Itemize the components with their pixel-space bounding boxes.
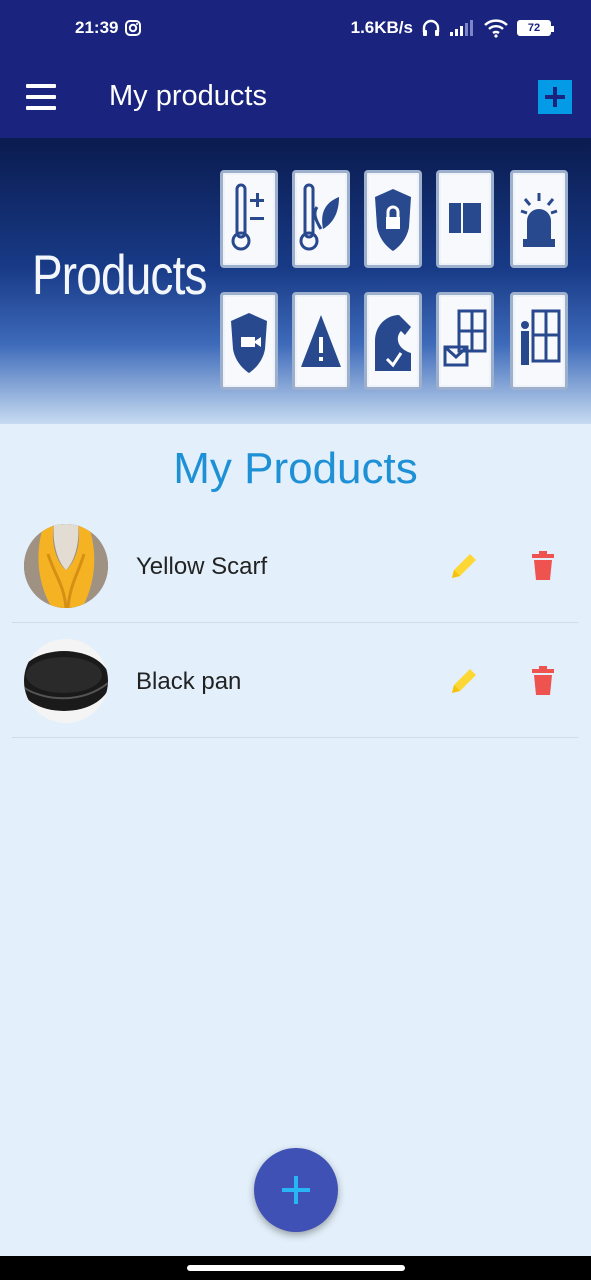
product-name: Yellow Scarf bbox=[136, 553, 268, 580]
banner-text: Products bbox=[32, 243, 207, 306]
pencil-icon bbox=[452, 554, 476, 578]
plus-icon bbox=[282, 1176, 310, 1204]
black-pan-photo bbox=[24, 639, 108, 723]
page-title: My products bbox=[109, 80, 267, 112]
thermometer-plus-minus-icon bbox=[220, 170, 278, 268]
app-bar: My products bbox=[0, 56, 591, 138]
delete-button[interactable] bbox=[530, 550, 556, 582]
pencil-icon bbox=[452, 669, 476, 693]
wifi-icon bbox=[484, 19, 508, 38]
edit-button[interactable] bbox=[448, 550, 480, 582]
product-list: Yellow Scarf Black pan bbox=[12, 508, 578, 738]
trash-icon bbox=[532, 551, 554, 580]
trash-icon bbox=[532, 666, 554, 695]
siren-icon bbox=[510, 170, 568, 268]
shield-lock-icon bbox=[364, 170, 422, 268]
product-name: Black pan bbox=[136, 668, 242, 695]
warning-triangle-icon bbox=[292, 292, 350, 390]
window-mail-icon bbox=[436, 292, 494, 390]
delete-button[interactable] bbox=[530, 665, 556, 697]
status-left: 21:39 bbox=[75, 18, 142, 38]
battery-icon: 72 bbox=[517, 20, 554, 36]
list-item[interactable]: Yellow Scarf bbox=[12, 508, 578, 623]
section-title: My Products bbox=[173, 444, 418, 493]
system-nav-bar bbox=[0, 1256, 591, 1280]
pet-icon bbox=[364, 292, 422, 390]
thermometer-leaf-icon bbox=[292, 170, 350, 268]
status-bar: 21:39 1.6KB/s 72 bbox=[0, 0, 591, 56]
shield-camera-icon bbox=[220, 292, 278, 390]
door-sensor-icon bbox=[436, 170, 494, 268]
list-item[interactable]: Black pan bbox=[12, 623, 578, 738]
products-banner: Products bbox=[0, 138, 591, 424]
status-time: 21:39 bbox=[75, 18, 119, 37]
yellow-scarf-photo bbox=[24, 524, 108, 608]
menu-icon[interactable] bbox=[26, 84, 56, 110]
plus-icon bbox=[545, 87, 565, 107]
home-indicator[interactable] bbox=[187, 1265, 405, 1271]
edit-button[interactable] bbox=[448, 665, 480, 697]
signal-icon bbox=[450, 20, 473, 36]
headset-icon bbox=[422, 19, 440, 36]
add-product-fab[interactable] bbox=[254, 1148, 338, 1232]
status-right: 1.6KB/s 72 bbox=[350, 18, 554, 38]
add-product-button[interactable] bbox=[538, 80, 572, 114]
instagram-icon bbox=[125, 20, 142, 36]
person-window-icon bbox=[510, 292, 568, 390]
status-net-speed: 1.6KB/s bbox=[350, 18, 413, 37]
